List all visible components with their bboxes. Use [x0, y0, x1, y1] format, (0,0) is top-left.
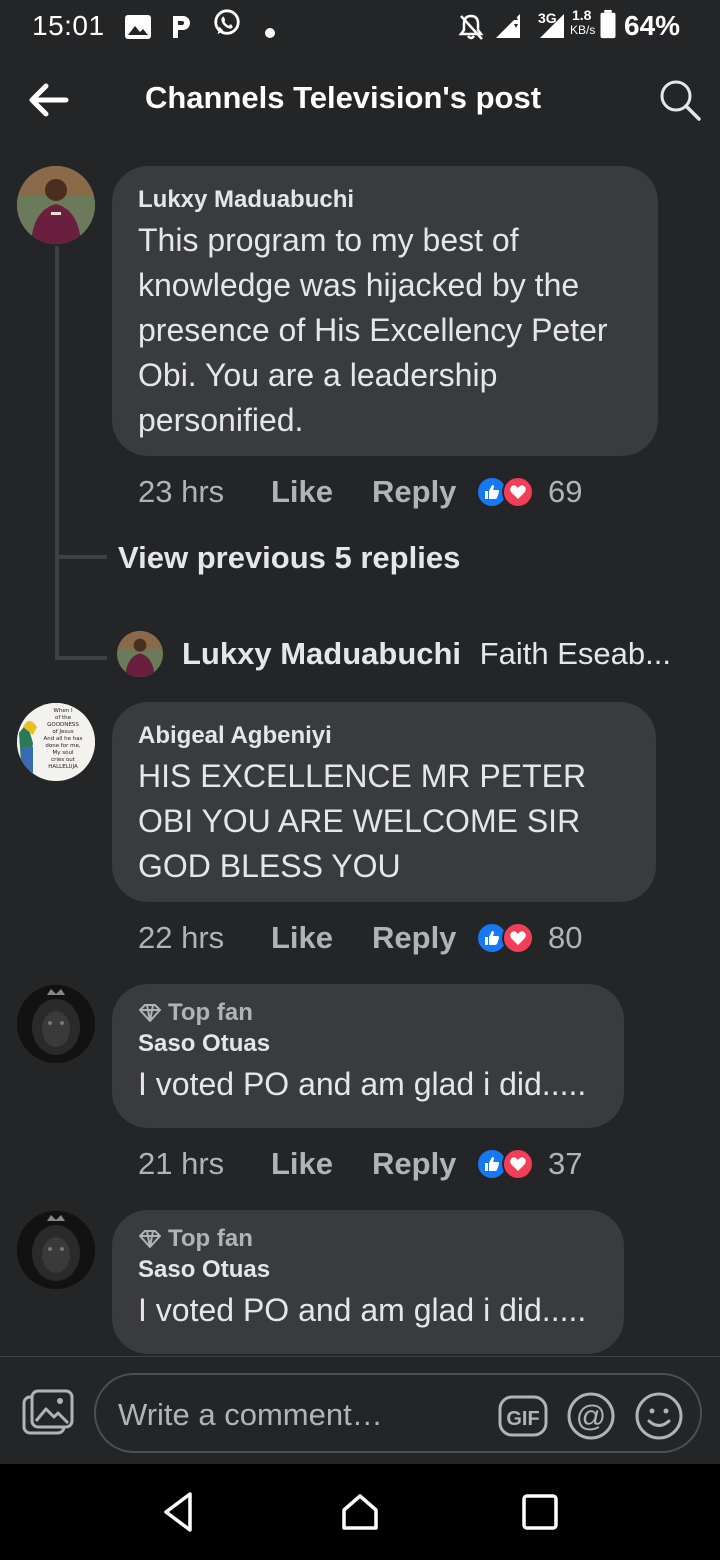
like-button[interactable]: Like — [271, 1146, 372, 1182]
avatar-text-line: When I — [53, 708, 73, 714]
avatar-text-line: And all he has — [43, 736, 82, 742]
comment-actions: 23 hrs Like Reply 69 — [138, 472, 582, 512]
comment-bubble[interactable]: Top fan Saso Otuas I voted PO and am gla… — [112, 1210, 624, 1354]
gallery-icon — [125, 15, 151, 39]
mention-icon[interactable]: @ — [566, 1391, 616, 1441]
love-reaction-icon — [502, 1148, 534, 1180]
top-fan-label: Top fan — [168, 1225, 253, 1252]
comment-bubble[interactable]: Abigeal Agbeniyi HIS EXCELLENCE MR PETER… — [112, 702, 656, 902]
comment-text: HIS EXCELLENCE MR PETER OBI YOU ARE WELC… — [138, 758, 587, 884]
avatar-text-line: cries out — [51, 757, 76, 763]
avatar[interactable] — [17, 985, 95, 1063]
avatar-text-line: My soul — [53, 750, 74, 756]
commenter-name[interactable]: Lukxy Maduabuchi — [138, 184, 632, 216]
avatar-text-line: HALLELUJA — [48, 764, 78, 770]
love-reaction-icon — [502, 922, 534, 954]
reply-button[interactable]: Reply — [372, 920, 476, 956]
reaction-count: 37 — [548, 1146, 583, 1181]
comment-text: I voted PO and am glad i did..... — [138, 1066, 587, 1102]
comment-bubble[interactable]: Lukxy Maduabuchi This program to my best… — [112, 166, 658, 456]
comment-age[interactable]: 23 hrs — [138, 474, 271, 510]
reply-preview-name: Lukxy Maduabuchi — [182, 636, 462, 671]
speed-unit: KB/s — [570, 23, 596, 37]
reaction-count: 80 — [548, 920, 583, 955]
system-navigation-bar — [0, 1464, 720, 1560]
photo-attach-icon[interactable] — [22, 1389, 74, 1437]
comment-age[interactable]: 22 hrs — [138, 920, 271, 956]
status-time: 15:01 — [32, 10, 105, 41]
commenter-name[interactable]: Abigeal Agbeniyi — [138, 720, 630, 752]
profile-photo-lion-icon — [17, 1211, 95, 1289]
view-previous-replies-link[interactable]: View previous 5 replies — [118, 540, 460, 576]
profile-photo-man-icon — [17, 166, 95, 244]
top-fan-badge[interactable]: Top fan — [138, 1224, 598, 1254]
comment-actions: 22 hrs Like Reply 80 — [138, 918, 582, 958]
mention-label: @ — [576, 1400, 606, 1433]
like-button[interactable]: Like — [271, 474, 372, 510]
avatar-text-line: done for me, — [45, 743, 81, 749]
speed-value: 1.8 — [572, 7, 592, 23]
reaction-summary[interactable]: 80 — [476, 920, 582, 956]
battery-percent: 64% — [624, 10, 681, 41]
reaction-count: 69 — [548, 474, 583, 509]
commenter-name[interactable]: Saso Otuas — [138, 1254, 598, 1286]
dot-icon — [265, 28, 275, 38]
reply-button[interactable]: Reply — [372, 474, 476, 510]
page-title: Channels Television's post — [144, 80, 542, 115]
emoji-icon[interactable] — [634, 1391, 684, 1441]
profile-photo-man-icon — [117, 631, 163, 677]
comment-age[interactable]: 21 hrs — [138, 1146, 271, 1182]
commenter-name[interactable]: Saso Otuas — [138, 1028, 598, 1060]
reply-button[interactable]: Reply — [372, 1146, 476, 1182]
comment-text: I voted PO and am glad i did..... — [138, 1292, 587, 1328]
mute-bell-icon — [458, 14, 484, 40]
comment-composer: Write a comment… GIF @ — [0, 1356, 720, 1464]
top-fan-badge[interactable]: Top fan — [138, 998, 598, 1028]
avatar[interactable] — [17, 166, 95, 244]
battery-icon — [600, 9, 616, 39]
reaction-summary[interactable]: 69 — [476, 474, 582, 510]
p-app-icon — [173, 16, 190, 38]
signal-icon — [496, 14, 520, 38]
comment-input-placeholder: Write a comment… — [118, 1397, 383, 1432]
gif-label: GIF — [506, 1408, 539, 1430]
profile-photo-lion-icon — [17, 985, 95, 1063]
avatar[interactable]: When I of the GOODNESS of Jesus And all … — [17, 703, 95, 781]
thread-branch-reply — [55, 656, 107, 660]
diamond-icon — [139, 1230, 161, 1248]
nav-recents-icon[interactable] — [518, 1490, 562, 1534]
avatar-text-line: of Jesus — [52, 729, 73, 735]
whatsapp-icon — [214, 9, 240, 35]
comment-input[interactable]: Write a comment… GIF @ — [94, 1373, 702, 1453]
avatar-text-line: of the — [55, 715, 72, 721]
avatar[interactable] — [117, 631, 163, 677]
status-bar: 15:01 3G 1.8 KB/s 64% — [0, 0, 720, 52]
reply-preview-text: Faith Eseab... — [479, 636, 671, 671]
thread-connector-line — [55, 246, 59, 660]
love-reaction-icon — [502, 476, 534, 508]
nav-back-icon[interactable] — [158, 1490, 202, 1534]
search-icon[interactable] — [658, 78, 702, 122]
reply-preview[interactable]: Lukxy Maduabuchi Faith Eseab... — [182, 636, 671, 672]
top-fan-label: Top fan — [168, 999, 253, 1026]
thread-branch-view-previous — [55, 555, 107, 559]
nav-home-icon[interactable] — [338, 1490, 382, 1534]
avatar[interactable] — [17, 1211, 95, 1289]
avatar-text-line: GOODNESS — [47, 722, 79, 728]
reaction-summary[interactable]: 37 — [476, 1146, 582, 1182]
profile-photo-quote-icon: When I of the GOODNESS of Jesus And all … — [17, 703, 95, 781]
signal-3g-icon — [540, 14, 564, 38]
top-app-bar: Channels Television's post — [0, 52, 720, 148]
comment-bubble[interactable]: Top fan Saso Otuas I voted PO and am gla… — [112, 984, 624, 1128]
comment-actions: 21 hrs Like Reply 37 — [138, 1144, 582, 1184]
like-button[interactable]: Like — [271, 920, 372, 956]
comment-text: This program to my best of knowledge was… — [138, 222, 608, 438]
diamond-icon — [139, 1004, 161, 1022]
gif-icon[interactable]: GIF — [498, 1391, 548, 1441]
